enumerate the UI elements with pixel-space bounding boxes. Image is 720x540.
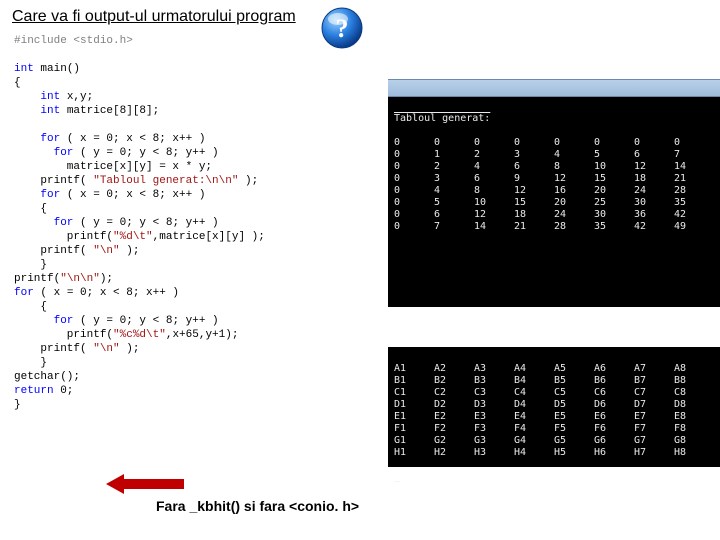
console-header: Tabloul generat: [394, 113, 490, 124]
table-row: E1E2E3E4E5E6E7E8 [394, 411, 714, 423]
table-row: 05101520253035 [394, 197, 714, 209]
table-row: 036912151821 [394, 173, 714, 185]
table-row: 01234567 [394, 149, 714, 161]
table-row: 0481216202428 [394, 185, 714, 197]
console-output-numeric: Tabloul generat: 00000000012345670246810… [388, 97, 720, 307]
table-row: 06121824303642 [394, 209, 714, 221]
help-icon: ? [320, 6, 364, 55]
table-row: 07142128354249 [394, 221, 714, 233]
table-row: A1A2A3A4A5A6A7A8 [394, 363, 714, 375]
page-title: Care va fi output-ul urmatorului program [12, 8, 296, 26]
table-row: B1B2B3B4B5B6B7B8 [394, 375, 714, 387]
table-row: F1F2F3F4F5F6F7F8 [394, 423, 714, 435]
console-output-labels: A1A2A3A4A5A6A7A8B1B2B3B4B5B6B7B8C1C2C3C4… [388, 347, 720, 467]
arrow-left-icon [106, 474, 184, 494]
table-row: H1H2H3H4H5H6H7H8 [394, 447, 714, 459]
svg-text:?: ? [336, 14, 349, 43]
table-row: C1C2C3C4C5C6C7C8 [394, 387, 714, 399]
table-row: D1D2D3D4D5D6D7D8 [394, 399, 714, 411]
table-row: G1G2G3G4G5G6G7G8 [394, 435, 714, 447]
window-titlebar [388, 79, 720, 97]
code-line: #include <stdio.h> [14, 35, 133, 47]
code-listing: #include <stdio.h> int main() { int x,y;… [14, 34, 265, 412]
table-row: 00000000 [394, 137, 714, 149]
table-row: 02468101214 [394, 161, 714, 173]
footer-note: Fara _kbhit() si fara <conio. h> [156, 498, 359, 514]
